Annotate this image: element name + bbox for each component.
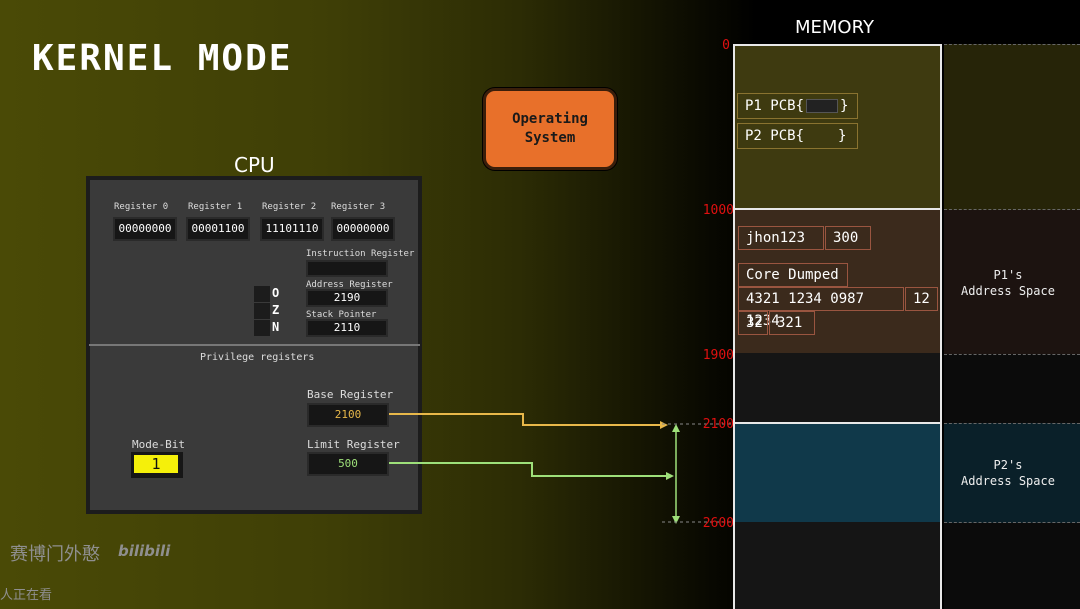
range-arrow-bottom [672,516,680,524]
p1-cell-year: 32 [738,311,768,335]
dash-1900 [944,354,1080,355]
address-2600: 2600 [702,516,734,531]
p1-cell-value: 300 [825,226,871,250]
p1-address-space-label: P1's Address Space [961,268,1055,298]
p1-cell-month: 12 [905,287,938,311]
os-space-column [944,44,1080,210]
dash-2100-right [944,423,1080,424]
p1-cell-card-number: 4321 1234 0987 1234 [738,287,904,329]
p1-cell-cvv: 321 [769,311,815,335]
p1-cell-core-dumped: Core Dumped [738,263,848,287]
dash-top [944,44,1080,45]
address-1000: 1000 [702,203,734,218]
address-2100: 2100 [702,417,734,432]
dash-1000 [944,209,1080,210]
p1-pcb-chip-icon [806,99,839,113]
p1-cell-username: jhon123 [738,226,824,250]
p2-pcb-close: } [838,128,847,144]
bilibili-logo: bilibili [118,542,171,560]
p2-pcb-open: P2 PCB{ [745,128,805,144]
range-arrow-top [672,424,680,432]
channel-watermark: 赛博门外憨 [10,544,100,565]
p1-pcb: P1 PCB{} [737,93,858,119]
dash-2600-right [944,522,1080,523]
base-register-arrow [389,413,660,426]
free-space-column [944,354,1080,423]
bottom-space-column [944,523,1080,609]
bottom-memory-block [733,522,942,609]
p2-pcb: P2 PCB{} [737,123,858,149]
viewers-watermark: 人正在看 [0,588,53,603]
free-memory-block [733,353,942,424]
p2-address-space-label: P2's Address Space [961,458,1055,488]
address-1900: 1900 [702,348,734,363]
p2-memory-block [733,422,942,524]
limit-register-arrow [389,462,670,477]
base-arrow-head [660,421,668,429]
address-0: 0 [722,38,730,53]
limit-arrow-head [666,472,674,480]
memory-title: MEMORY [795,17,874,38]
p1-pcb-close: } [840,98,849,114]
p1-pcb-open: P1 PCB{ [745,98,805,114]
